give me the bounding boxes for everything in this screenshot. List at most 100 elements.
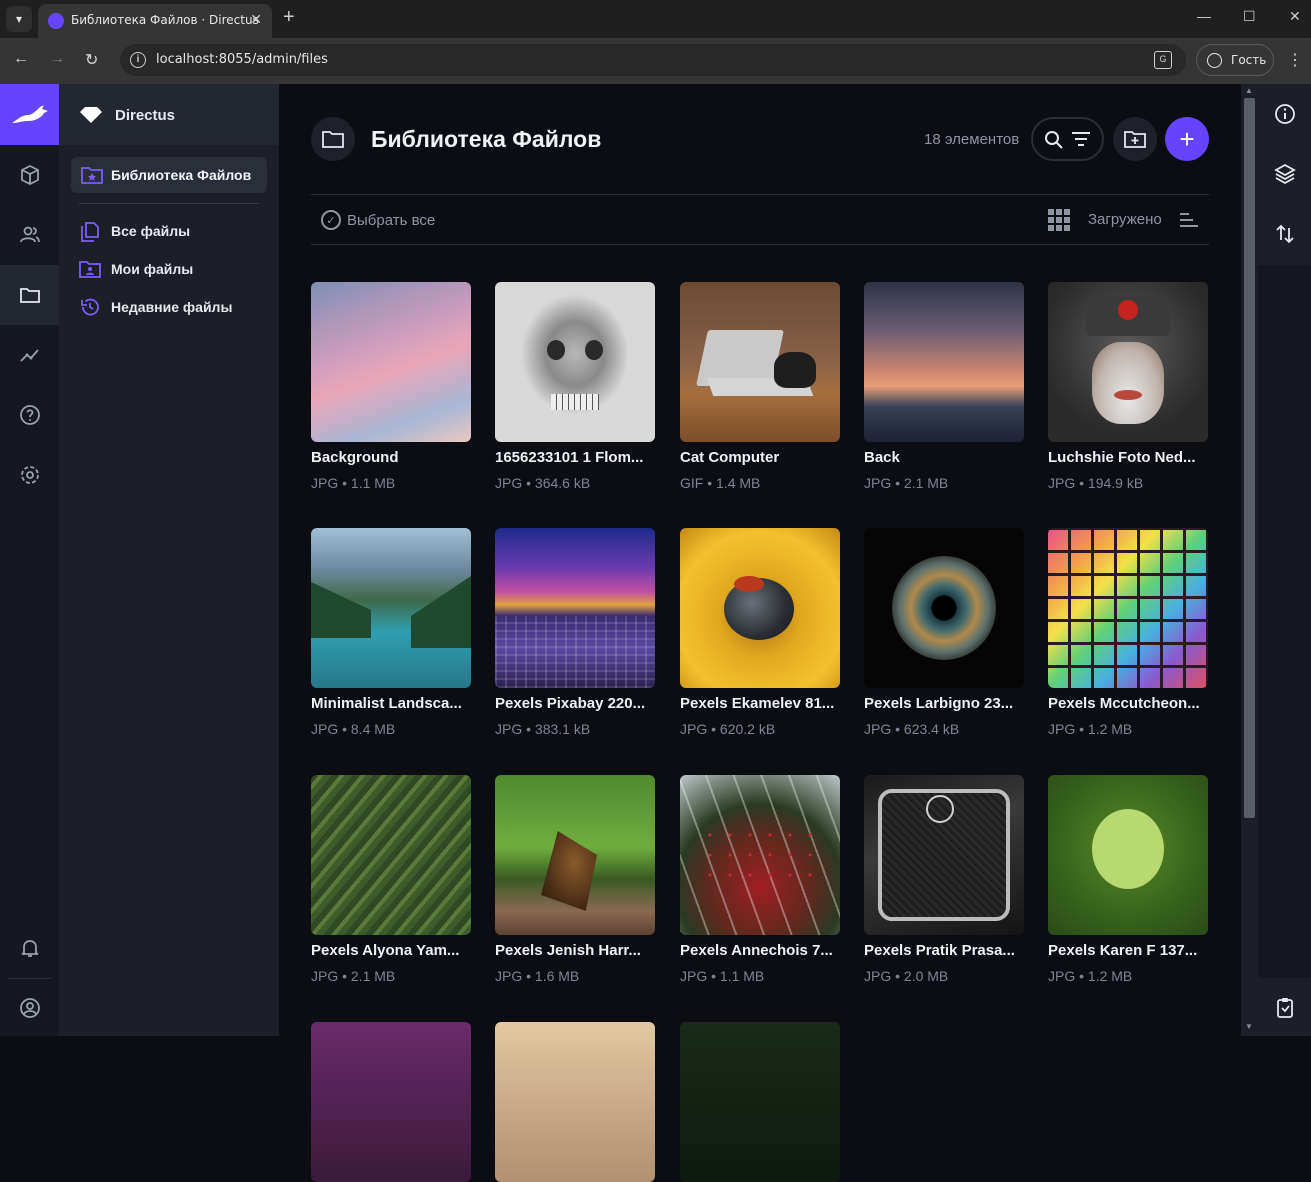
new-tab-icon[interactable]: + <box>283 6 295 29</box>
file-thumbnail[interactable] <box>311 282 471 442</box>
files-module[interactable] <box>0 265 59 325</box>
file-card[interactable]: Pexels Ekamelev 81... JPG • 620.2 kB <box>680 528 840 737</box>
file-card[interactable]: Pexels Larbigno 23... JPG • 623.4 kB <box>864 528 1024 737</box>
file-card[interactable]: Pexels Jenish Harr... JPG • 1.6 MB <box>495 775 655 984</box>
file-card[interactable]: Pexels Mccutcheon... JPG • 1.2 MB <box>1048 528 1208 737</box>
file-card[interactable]: Pexels Karen F 137... JPG • 1.2 MB <box>1048 775 1208 984</box>
rabbit-logo-icon <box>11 104 48 123</box>
grid-size-icon[interactable] <box>1048 209 1070 231</box>
file-card[interactable]: 1656233101 1 Flom... JPG • 364.6 kB <box>495 282 655 491</box>
content-module[interactable] <box>0 145 59 205</box>
info-button[interactable] <box>1258 84 1311 144</box>
browser-menu-icon[interactable]: ⋮ <box>1287 50 1303 70</box>
help-module[interactable] <box>0 385 59 445</box>
file-card[interactable]: Minimalist Landsca... JPG • 8.4 MB <box>311 528 471 737</box>
sort-field-label[interactable]: Загружено <box>1088 211 1162 228</box>
file-thumbnail[interactable] <box>495 282 655 442</box>
import-export-button[interactable] <box>1258 204 1311 264</box>
right-sidebar <box>1258 84 1311 1036</box>
file-card[interactable]: Back JPG • 2.1 MB <box>864 282 1024 491</box>
file-title: Pexels Annechois 7... <box>680 942 833 959</box>
url-text[interactable]: localhost:8055/admin/files <box>156 52 328 67</box>
search-icon[interactable] <box>1043 129 1065 151</box>
sort-direction-icon[interactable] <box>1179 212 1199 228</box>
file-thumbnail[interactable] <box>495 1022 655 1182</box>
nav-item-file-library[interactable]: Библиотека Файлов <box>71 157 267 193</box>
filter-icon[interactable] <box>1071 130 1091 148</box>
maximize-icon[interactable]: ☐ <box>1243 8 1256 25</box>
notifications-button[interactable] <box>0 918 59 978</box>
nav-divider <box>79 203 259 204</box>
file-thumbnail[interactable] <box>864 282 1024 442</box>
file-thumbnail[interactable] <box>680 1022 840 1182</box>
file-thumbnail[interactable] <box>680 282 840 442</box>
file-thumbnail[interactable] <box>864 528 1024 688</box>
file-card[interactable]: Pexels Annechois 7... JPG • 1.1 MB <box>680 775 840 984</box>
file-card[interactable] <box>680 1022 840 1182</box>
file-card[interactable]: Pexels Pratik Prasa... JPG • 2.0 MB <box>864 775 1024 984</box>
profile-button[interactable]: Гость <box>1196 44 1274 76</box>
file-card[interactable]: Pexels Pixabay 220... JPG • 383.1 kB <box>495 528 655 737</box>
file-thumbnail[interactable] <box>1048 282 1208 442</box>
file-thumbnail[interactable] <box>311 528 471 688</box>
file-title: Pexels Pratik Prasa... <box>864 942 1015 959</box>
info-icon <box>1274 104 1295 124</box>
layers-icon <box>1273 163 1296 185</box>
forward-icon[interactable]: → <box>49 50 65 68</box>
file-meta: JPG • 620.2 kB <box>680 721 776 737</box>
directus-favicon-icon <box>48 13 64 29</box>
file-thumbnail[interactable] <box>680 775 840 935</box>
select-all-button[interactable]: ✓ Выбрать все <box>321 210 435 230</box>
project-header[interactable]: Directus <box>59 84 279 145</box>
file-card[interactable]: Background JPG • 1.1 MB <box>311 282 471 491</box>
file-thumbnail[interactable] <box>1048 528 1208 688</box>
users-module[interactable] <box>0 205 59 265</box>
scroll-down-icon[interactable]: ▼ <box>1245 1022 1253 1031</box>
create-folder-button[interactable] <box>1113 117 1157 161</box>
folder-special-icon <box>81 167 103 184</box>
file-thumbnail[interactable] <box>864 775 1024 935</box>
upload-file-button[interactable]: + <box>1165 117 1209 161</box>
settings-module[interactable] <box>0 445 59 505</box>
scroll-up-icon[interactable]: ▲ <box>1245 86 1253 95</box>
insights-module[interactable] <box>0 325 59 385</box>
clipboard-button[interactable] <box>1258 978 1311 1036</box>
clipboard-icon <box>1276 998 1293 1018</box>
layout-options-button[interactable] <box>1258 144 1311 204</box>
minimize-icon[interactable]: — <box>1197 8 1211 24</box>
file-card[interactable]: Cat Computer GIF • 1.4 MB <box>680 282 840 491</box>
toolbar-divider <box>311 194 1209 195</box>
nav-item-recent-files[interactable]: Недавние файлы <box>79 295 232 319</box>
tab-search-button[interactable]: ▾ <box>6 6 32 32</box>
browser-tab[interactable]: Библиотека Файлов · Directus ✕ <box>38 4 272 38</box>
back-icon[interactable]: ← <box>13 50 29 68</box>
close-window-icon[interactable]: ✕ <box>1289 8 1301 25</box>
site-info-icon[interactable]: i <box>130 52 146 68</box>
main-scrollbar[interactable]: ▲ ▼ <box>1241 84 1258 1036</box>
file-card[interactable]: Pexels Alyona Yam... JPG • 2.1 MB <box>311 775 471 984</box>
file-thumbnail[interactable] <box>1048 775 1208 935</box>
address-bar[interactable]: i localhost:8055/admin/files G <box>120 44 1186 76</box>
search-filter-button[interactable] <box>1031 117 1104 161</box>
file-card[interactable]: Luchshie Foto Ned... JPG • 194.9 kB <box>1048 282 1208 491</box>
file-thumbnail[interactable] <box>680 528 840 688</box>
file-card[interactable] <box>311 1022 471 1182</box>
file-thumbnail[interactable] <box>495 775 655 935</box>
file-thumbnail[interactable] <box>495 528 655 688</box>
file-title: Pexels Alyona Yam... <box>311 942 460 959</box>
file-meta: JPG • 383.1 kB <box>495 721 591 737</box>
tab-close-icon[interactable]: ✕ <box>250 11 262 28</box>
translate-icon[interactable]: G <box>1154 51 1172 69</box>
scroll-thumb[interactable] <box>1244 98 1255 818</box>
file-title: Background <box>311 449 399 466</box>
directus-logo[interactable] <box>0 84 59 145</box>
file-card[interactable] <box>495 1022 655 1182</box>
file-meta: JPG • 1.2 MB <box>1048 721 1133 737</box>
page-title: Библиотека Файлов <box>371 126 602 152</box>
nav-item-all-files[interactable]: Все файлы <box>79 219 190 243</box>
reload-icon[interactable]: ↻ <box>85 50 98 70</box>
account-button[interactable] <box>0 978 59 1038</box>
nav-item-my-files[interactable]: Мои файлы <box>79 257 193 281</box>
file-thumbnail[interactable] <box>311 775 471 935</box>
file-thumbnail[interactable] <box>311 1022 471 1182</box>
